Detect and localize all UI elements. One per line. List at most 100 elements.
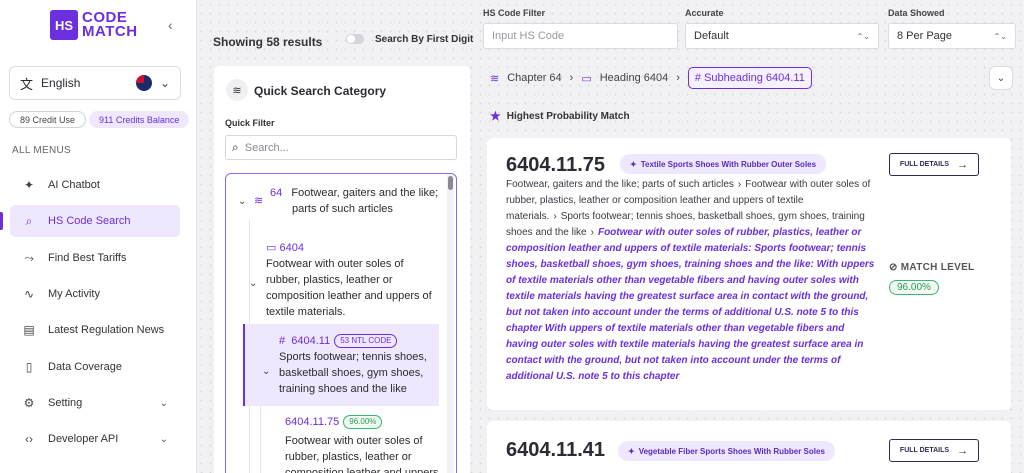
all-menus-heading: ALL MENUS [12,145,72,156]
tree-chapter[interactable]: 64 Footwear, gaiters and the like; parts… [270,185,440,217]
sidebar-item-data-coverage[interactable]: ▯ Data Coverage [10,351,180,383]
credit-balance-badge: 911 Credits Balance [89,111,190,128]
category-tree: ⌄ ≋ 64 Footwear, gaiters and the like; p… [225,173,457,473]
sparkle-icon: ✦ [628,446,635,456]
quick-search-box: ⌕ [225,135,457,160]
tree-national-code[interactable]: 6404.11.75 96.00% Footwear with outer sol… [285,414,445,473]
sidebar-item-label: Setting [48,397,83,409]
heading-line-1: Footwear with outer soles of [266,258,404,270]
document-icon: ▯ [25,360,33,374]
activity-icon: ∿ [23,287,35,301]
data-showed-select[interactable]: 8 Per Page ⌃⌄ [888,23,1016,49]
search-icon: ⌕ [25,213,33,228]
sidebar-item-label: HS Code Search [48,215,131,227]
active-indicator [0,212,3,230]
select-arrow-icon: ⌃⌄ [993,31,1007,41]
chevron-right-icon: › [553,211,557,222]
expand-button[interactable]: ⌄ [989,66,1013,90]
sidebar-item-ai-chatbot[interactable]: ✦ AI Chatbot [10,169,180,201]
sidebar-item-label: My Activity [48,288,100,300]
heading-line-2: rubber, plastics, leather or [266,274,393,286]
layers-icon: ≋ [226,79,248,101]
sidebar-item-developer-api[interactable]: ‹› Developer API ⌄ [10,423,180,455]
arrow-right-icon: → [957,158,969,171]
sidebar-item-find-best-tariffs[interactable]: ⤳ Find Best Tariffs [10,242,180,274]
sidebar-item-label: Data Coverage [48,361,122,373]
data-showed-label: Data Showed [888,8,945,18]
tree-subheading[interactable]: # 6404.11 53 NTL CODE Sports footwear; te… [279,333,444,397]
logo-line-2: MATCH [82,23,138,40]
toggle-label: Search By First Digit [375,34,474,45]
national-line-2: rubber, plastics, leather or [285,451,412,463]
full-details-button[interactable]: FULL DETAILS → [889,439,979,462]
breadcrumb-chapter[interactable]: Chapter 64 [507,72,561,84]
heading-line-4: textile materials. [266,306,346,318]
chevron-down-icon[interactable]: ⌄ [262,366,270,377]
subheading-line-1: Sports footwear; tennis shoes, [279,351,427,363]
chevron-right-icon: › [569,72,574,84]
heading-line-3: composition leather and uppers of [266,290,432,302]
sparkle-icon: ✦ [23,178,35,192]
sidebar-item-my-activity[interactable]: ∿ My Activity [10,278,180,310]
sidebar-item-latest-regulation-news[interactable]: ▤ Latest Regulation News [10,314,180,346]
hs-filter-box [483,23,678,49]
match-level-label: ⊘ MATCH LEVEL [889,262,975,273]
chevron-right-icon: › [676,72,680,84]
translate-icon: 文 [20,76,34,92]
sidebar-item-label: Latest Regulation News [48,324,165,336]
hs-filter-label: HS Code Filter [483,8,546,18]
result-code[interactable]: 6404.11.41 [506,439,605,462]
layers-icon: ≋ [254,195,264,207]
results-count: Showing 58 results [213,35,323,49]
search-icon: ⌕ [232,140,239,154]
star-icon: ★ [490,109,501,123]
sidebar-item-label: AI Chatbot [48,179,100,191]
data-showed-value: 8 Per Page [897,30,953,42]
sidebar-item-setting[interactable]: ⚙ Setting ⌄ [10,387,180,419]
main-area: Showing 58 results Search By First Digit… [197,0,1024,473]
chevron-down-icon: ⌄ [159,433,168,445]
tree-heading[interactable]: ▭ 6404 Footwear with outer soles of rubb… [266,240,446,320]
heading-code: 6404 [279,242,304,254]
chevron-down-icon: ⌄ [996,72,1006,84]
chevron-right-icon: › [590,227,594,238]
code-icon: ‹› [25,432,33,446]
chapter-text-2: parts of such articles [292,203,393,215]
collapse-sidebar-icon[interactable]: ‹ [168,17,173,33]
quick-filter-label: Quick Filter [225,118,275,128]
result-description: Footwear, gaiters and the like; parts of… [506,179,875,382]
result-card: 6404.11.41 ✦ Vegetable Fiber Sports Shoe… [487,421,1011,473]
highest-match-heading: ★ Highest Probability Match [490,109,630,123]
chevron-down-icon[interactable]: ⌄ [238,196,246,207]
hs-code-input[interactable] [492,30,669,42]
scrollbar-track[interactable] [447,174,454,473]
probability-badge: 96.00% [343,415,383,429]
match-level-value: 96.00% [889,280,939,295]
quick-search-input[interactable] [244,141,450,154]
language-selector[interactable]: 文 English ⌄ [9,66,181,100]
breadcrumb: ≋ Chapter 64 › ▭ Heading 6404 › # Subhea… [490,66,812,90]
chapter-text-1: Footwear, gaiters and the like; [291,187,439,199]
search-first-digit-toggle[interactable] [346,34,364,44]
accurate-select[interactable]: Default ⌃⌄ [685,23,879,49]
full-details-button[interactable]: FULL DETAILS → [889,153,979,176]
logo-mark: HS [50,10,78,40]
accurate-label: Accurate [685,8,724,18]
result-card: 6404.11.75 ✦ Textile Sports Shoes With R… [487,138,1011,410]
national-code: 6404.11.75 [285,416,340,428]
result-code[interactable]: 6404.11.75 [506,154,605,177]
gear-icon: ⚙ [23,396,35,410]
sparkle-icon: ✦ [630,159,637,169]
arrow-right-icon: → [957,444,969,457]
flag-icon [135,75,152,91]
logo[interactable]: HS CODE MATCH [50,10,138,40]
credit-use-badge: 89 Credit Use [9,111,87,128]
chevron-down-icon[interactable]: ⌄ [249,278,257,289]
breadcrumb-heading[interactable]: Heading 6404 [600,72,669,84]
breadcrumb-subheading[interactable]: # Subheading 6404.11 [687,67,812,89]
language-label: English [41,76,81,90]
sidebar-item-hs-code-search[interactable]: ⌕ HS Code Search [10,205,180,237]
highest-match-label: Highest Probability Match [506,110,630,122]
subheading-line-2: basketball shoes, gym shoes, [279,367,424,379]
scrollbar-thumb[interactable] [448,176,453,190]
